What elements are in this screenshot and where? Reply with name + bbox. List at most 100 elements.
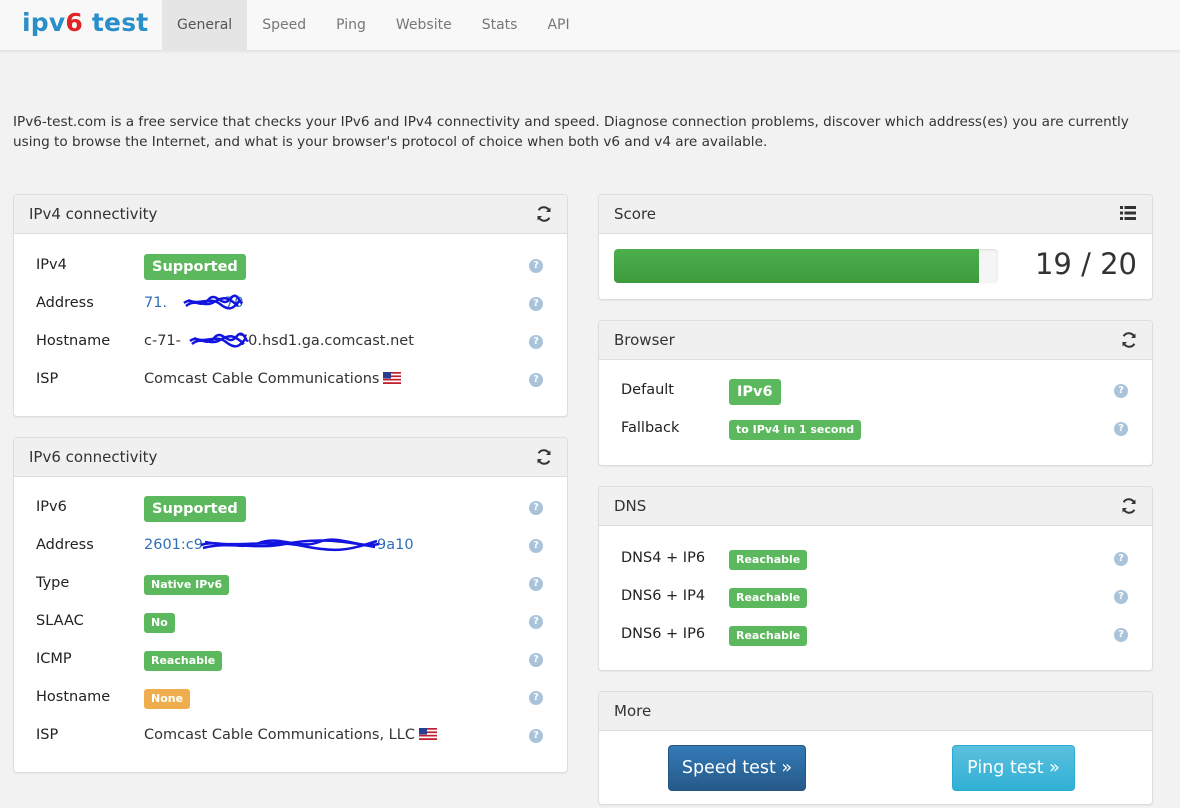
type-cell: Native IPv6 <box>144 575 230 595</box>
nav-speed[interactable]: Speed <box>247 0 321 51</box>
status-badge: Supported <box>144 254 246 280</box>
default-cell: IPv6 <box>729 379 781 405</box>
row-label: Address <box>36 295 94 311</box>
ping-test-button[interactable]: Ping test » <box>952 745 1075 791</box>
us-flag-icon <box>418 728 437 740</box>
ipv6-type-row: Type Native IPv6 ? <box>14 571 567 601</box>
ipv6-address-row: Address 2601:c9 9a10 ? <box>14 533 567 563</box>
dns-cell: Reachable <box>729 588 808 608</box>
help-icon[interactable]: ? <box>1114 384 1128 398</box>
ipv6-isp-row: ISP Comcast Cable Communications, LLC ? <box>14 723 567 753</box>
brand-part-ipv: ipv <box>22 8 66 37</box>
panel-header: Score <box>599 195 1152 234</box>
panel-header: DNS <box>599 487 1152 526</box>
list-icon[interactable] <box>1120 206 1136 220</box>
brand-logo[interactable]: ipv6 test <box>22 8 148 37</box>
score-panel: Score 19 / 20 <box>598 194 1153 300</box>
dns-badge: Reachable <box>729 626 808 646</box>
help-icon[interactable]: ? <box>1114 628 1128 642</box>
row-label: Type <box>36 575 70 591</box>
ipv4-isp-row: ISP Comcast Cable Communications ? <box>14 367 567 397</box>
status-cell: Supported <box>144 496 246 522</box>
browser-panel: Browser Default IPv6 ? Fallback to IPv4 … <box>598 320 1153 466</box>
help-icon[interactable]: ? <box>1114 590 1128 604</box>
main-nav: General Speed Ping Website Stats API <box>162 0 585 51</box>
help-icon[interactable]: ? <box>1114 422 1128 436</box>
dns-badge: Reachable <box>729 588 808 608</box>
panel-header: Browser <box>599 321 1152 360</box>
intro-text: IPv6-test.com is a free service that che… <box>13 114 1129 150</box>
default-badge: IPv6 <box>729 379 781 405</box>
row-label: SLAAC <box>36 613 84 629</box>
help-icon[interactable]: ? <box>529 501 543 515</box>
isp-cell: Comcast Cable Communications, LLC <box>144 727 437 743</box>
panel-title: Browser <box>614 331 675 349</box>
refresh-icon[interactable] <box>535 448 553 466</box>
help-icon[interactable]: ? <box>529 335 543 349</box>
score-progress-bar <box>614 249 979 283</box>
ipv4-address-row: Address 71. 70 ? <box>14 291 567 321</box>
panel-header: IPv4 connectivity <box>14 195 567 234</box>
nav-website[interactable]: Website <box>381 0 467 51</box>
brand-part-6: 6 <box>65 8 83 37</box>
panel-title: More <box>614 702 652 720</box>
ipv4-status-row: IPv4 Supported ? <box>14 253 567 283</box>
nav-api[interactable]: API <box>532 0 584 51</box>
help-icon[interactable]: ? <box>529 577 543 591</box>
dns-cell: Reachable <box>729 626 808 646</box>
nav-general[interactable]: General <box>162 0 248 51</box>
slaac-badge: No <box>144 613 175 633</box>
type-badge: Native IPv6 <box>144 575 230 595</box>
help-icon[interactable]: ? <box>529 259 543 273</box>
ipv4-isp: Comcast Cable Communications <box>144 371 380 387</box>
ipv6-slaac-row: SLAAC No ? <box>14 609 567 639</box>
panel-title: Score <box>614 205 657 223</box>
ipv4-hostname-row: Hostname c-71- 70.hsd1.ga.comcast.net ? <box>14 329 567 359</box>
help-icon[interactable]: ? <box>529 539 543 553</box>
panel-title: DNS <box>614 497 647 515</box>
help-icon[interactable]: ? <box>529 297 543 311</box>
us-flag-icon <box>383 372 402 384</box>
help-icon[interactable]: ? <box>529 653 543 667</box>
row-label: DNS6 + IP4 <box>621 588 706 604</box>
refresh-icon[interactable] <box>1120 497 1138 515</box>
row-label: Address <box>36 537 94 553</box>
row-label: ISP <box>36 371 59 387</box>
status-cell: Supported <box>144 254 246 280</box>
redaction-scribble <box>189 332 250 348</box>
ipv4-panel: IPv4 connectivity IPv4 Supported ? Addre… <box>13 194 568 417</box>
dns-badge: Reachable <box>729 550 808 570</box>
fallback-cell: to IPv4 in 1 second <box>729 420 862 440</box>
nav-stats[interactable]: Stats <box>467 0 533 51</box>
panel-title: IPv6 connectivity <box>29 448 158 466</box>
help-icon[interactable]: ? <box>529 691 543 705</box>
help-icon[interactable]: ? <box>529 615 543 629</box>
help-icon[interactable]: ? <box>1114 552 1128 566</box>
dns6-ip6-row: DNS6 + IP6 Reachable ? <box>599 622 1152 652</box>
ipv6-icmp-row: ICMP Reachable ? <box>14 647 567 677</box>
icmp-cell: Reachable <box>144 651 223 671</box>
nav-ping[interactable]: Ping <box>321 0 381 51</box>
row-label: IPv6 <box>36 499 67 515</box>
help-icon[interactable]: ? <box>529 729 543 743</box>
help-icon[interactable]: ? <box>529 373 543 387</box>
speed-test-button[interactable]: Speed test » <box>668 745 806 791</box>
icmp-badge: Reachable <box>144 651 223 671</box>
ipv6-panel: IPv6 connectivity IPv6 Supported ? Addre… <box>13 437 568 773</box>
dns6-ip4-row: DNS6 + IP4 Reachable ? <box>599 584 1152 614</box>
row-label: Default <box>621 382 674 398</box>
refresh-icon[interactable] <box>1120 331 1138 349</box>
ipv6-isp: Comcast Cable Communications, LLC <box>144 727 415 743</box>
dns4-ip6-row: DNS4 + IP6 Reachable ? <box>599 546 1152 576</box>
score-value: 19 / 20 <box>1034 247 1137 281</box>
isp-cell: Comcast Cable Communications <box>144 371 402 387</box>
dns-cell: Reachable <box>729 550 808 570</box>
dns-panel: DNS DNS4 + IP6 Reachable ? DNS6 + IP4 Re… <box>598 486 1153 671</box>
row-label: IPv4 <box>36 257 67 273</box>
refresh-icon[interactable] <box>535 205 553 223</box>
redaction-scribble <box>183 294 244 310</box>
row-label: Hostname <box>36 689 111 705</box>
row-label: ICMP <box>36 651 72 667</box>
score-progress <box>614 249 998 283</box>
panel-header: More <box>599 692 1152 731</box>
